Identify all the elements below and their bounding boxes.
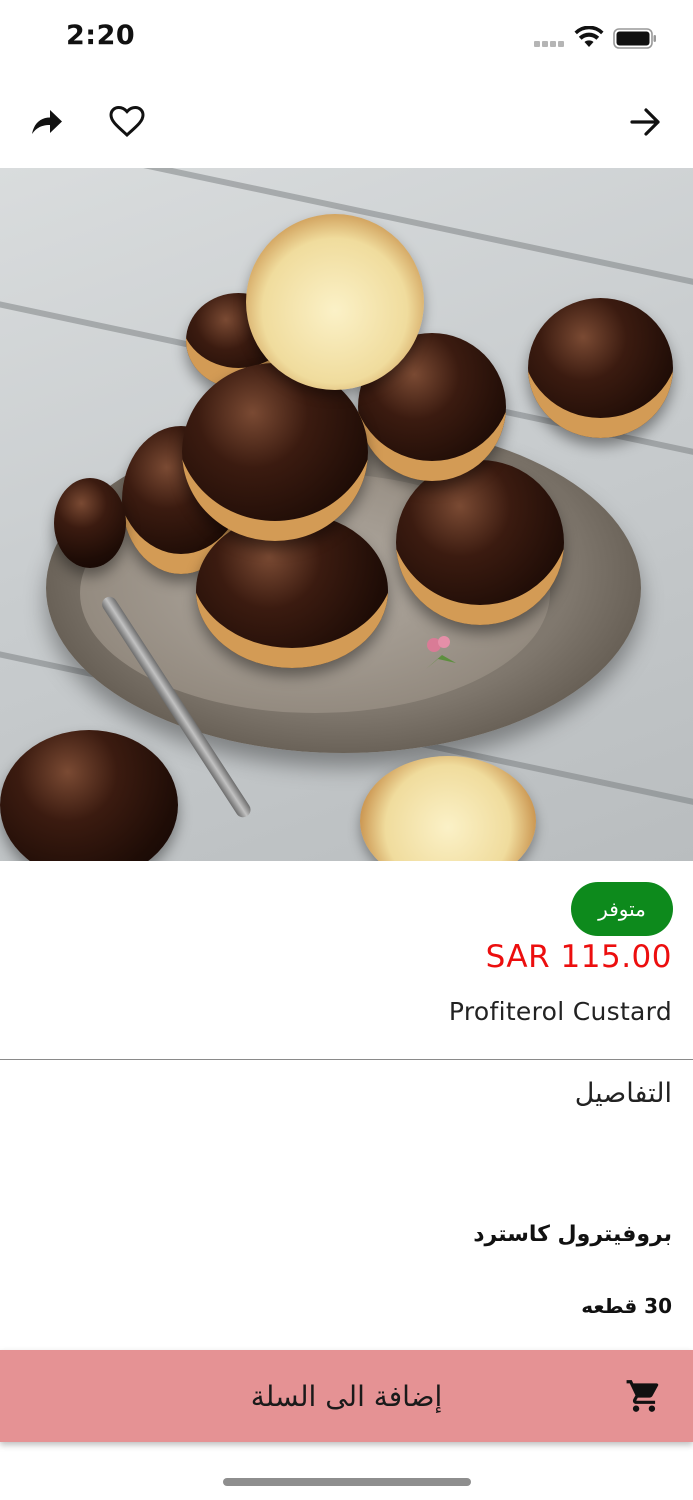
status-bar: 2:20 (0, 0, 693, 76)
description-quantity: 30 قطعه (581, 1294, 672, 1318)
add-to-cart-button[interactable]: إضافة الى السلة (0, 1350, 693, 1442)
heart-icon (109, 106, 145, 138)
home-indicator[interactable] (223, 1478, 471, 1486)
product-name: Profiterol Custard (448, 997, 672, 1026)
details-title: التفاصيل (574, 1078, 672, 1109)
product-image (0, 168, 693, 861)
arrow-right-icon (630, 108, 660, 136)
add-to-cart-label: إضافة الى السلة (250, 1379, 443, 1413)
product-info: متوفر SAR 115.00 Profiterol Custard (0, 861, 693, 1059)
share-icon (32, 110, 62, 134)
details-section: التفاصيل بروفيترول كاسترد 30 قطعه (0, 1060, 693, 1350)
cellular-signal-icon (534, 41, 566, 47)
wifi-icon (574, 26, 604, 47)
availability-badge: متوفر (571, 882, 673, 936)
status-time: 2:20 (66, 20, 136, 51)
product-price: SAR 115.00 (485, 939, 672, 975)
cart-icon (626, 1380, 659, 1412)
favorite-button[interactable] (103, 98, 151, 146)
product-detail-screen: 2:20 متوفر SAR 115.00 Profiterol Custard… (0, 0, 693, 1500)
navigation-bar (0, 76, 693, 168)
battery-icon (613, 28, 656, 49)
flower-garnish (426, 636, 456, 669)
back-button[interactable] (622, 98, 670, 146)
share-button[interactable] (23, 98, 71, 146)
description-line: بروفيترول كاسترد (473, 1222, 672, 1247)
